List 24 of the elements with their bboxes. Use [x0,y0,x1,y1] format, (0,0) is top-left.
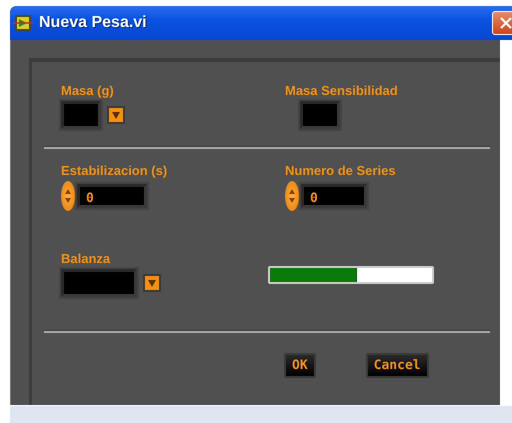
field-label: Numero de Series [285,163,396,178]
field-label: Masa (g) [61,83,114,98]
dropdown-icon [112,112,120,118]
close-button[interactable] [492,11,512,35]
numeric-field[interactable]: 0 [301,184,367,208]
increment-decrement-spinner[interactable] [61,181,75,211]
ok-button[interactable]: OK [284,353,316,378]
up-arrow-icon [65,189,71,194]
up-arrow-icon [289,189,295,194]
field-label: Estabilizacion (s) [61,163,168,178]
dropdown-button[interactable] [107,106,125,124]
close-icon [500,17,512,29]
down-arrow-icon [289,198,295,203]
value-display [300,101,340,129]
cancel-button[interactable]: Cancel [366,353,429,378]
down-arrow-icon [65,198,71,203]
window-title: Nueva Pesa.vi [39,14,148,32]
increment-decrement-spinner[interactable] [285,181,299,211]
field-label: Balanza [61,251,110,266]
dropdown-icon [148,280,156,286]
numeric-field[interactable]: 0 [77,184,147,208]
field-label: Masa Sensibilidad [285,83,398,98]
app-icon [13,14,33,32]
dropdown-button[interactable] [143,274,161,292]
